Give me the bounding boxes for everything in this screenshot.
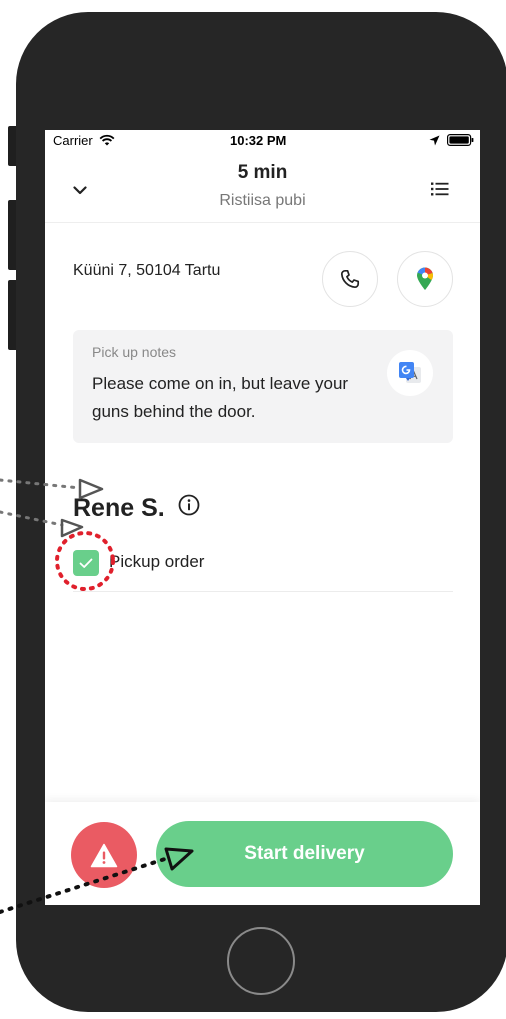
annotation-leader-checkbox (0, 510, 64, 527)
annotation-overlay (0, 478, 194, 914)
annotation-arrow-name (78, 478, 104, 500)
annotation-leader-start (0, 856, 170, 914)
annotation-checkbox-highlight (55, 531, 115, 591)
annotation-leader-name (0, 478, 82, 490)
annotation-arrow-start (164, 847, 194, 871)
